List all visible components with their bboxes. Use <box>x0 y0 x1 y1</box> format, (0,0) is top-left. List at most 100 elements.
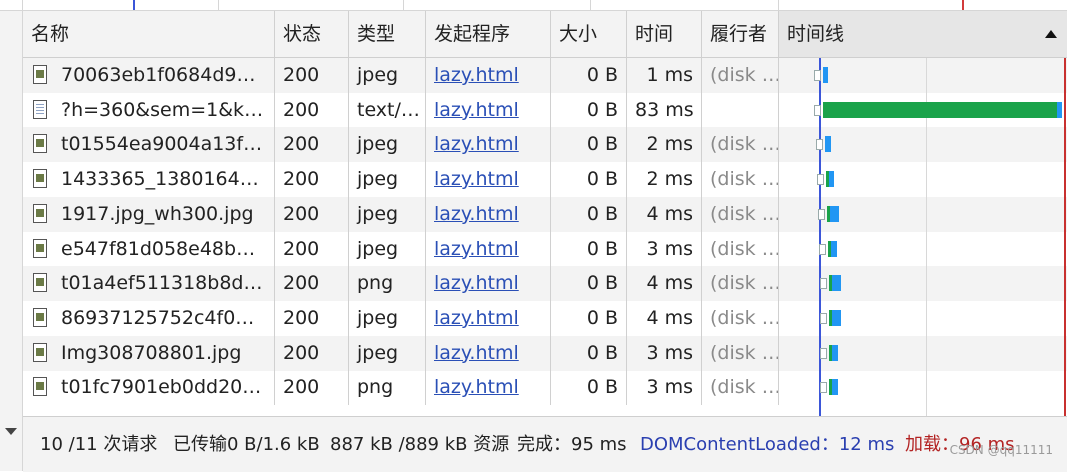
cell-initiator-link[interactable]: lazy.html <box>426 127 551 163</box>
timeline-receiving-bar[interactable] <box>832 275 841 292</box>
cell-name: t01554ea9004a13fad… <box>23 127 275 163</box>
load-event-line <box>1064 58 1066 416</box>
watermark: CSDN @qq11111 <box>949 443 1053 457</box>
column-header-timeline[interactable]: 时间线 <box>779 11 1067 57</box>
cell-status: 200 <box>275 92 349 128</box>
cell-fulfilled-by: (disk … <box>702 335 779 371</box>
overview-tick <box>590 0 591 10</box>
column-header-type[interactable]: 类型 <box>349 11 426 57</box>
column-header-time[interactable]: 时间 <box>627 11 702 57</box>
collapse-arrow-icon[interactable] <box>5 428 17 435</box>
cell-status: 200 <box>275 58 349 93</box>
network-request-table: 名称 状态 类型 发起程序 大小 时间 履行者 时间线 70063eb1f068… <box>23 11 1067 416</box>
cell-time: 83 ms <box>627 92 702 128</box>
cell-time: 2 ms <box>627 162 702 198</box>
cell-status: 200 <box>275 335 349 371</box>
cell-type: jpeg <box>349 231 426 267</box>
timeline-receiving-bar[interactable] <box>830 205 839 222</box>
cell-initiator-link[interactable]: lazy.html <box>426 335 551 371</box>
column-header-initiator[interactable]: 发起程序 <box>426 11 551 57</box>
cell-initiator-link[interactable]: lazy.html <box>426 92 551 128</box>
cell-size: 0 B <box>551 231 627 267</box>
cell-initiator-link[interactable]: lazy.html <box>426 370 551 406</box>
image-file-icon <box>33 307 47 327</box>
overview-load-marker <box>962 0 964 10</box>
cell-fulfilled-by: (disk … <box>702 196 779 232</box>
cell-type: jpeg <box>349 335 426 371</box>
timeline-receiving-bar[interactable] <box>829 171 834 188</box>
cell-fulfilled-by: (disk … <box>702 127 779 163</box>
timeline-start-marker <box>820 312 827 324</box>
timeline-start-marker <box>818 208 825 220</box>
cell-fulfilled-by: (disk … <box>702 266 779 302</box>
left-gutter <box>0 11 23 471</box>
column-header-size[interactable]: 大小 <box>551 11 627 57</box>
timeline-receiving-bar[interactable] <box>832 309 841 326</box>
cell-size: 0 B <box>551 266 627 302</box>
overview-tick <box>22 0 23 10</box>
cell-type: png <box>349 370 426 406</box>
timeline-start-marker <box>816 139 823 151</box>
timeline-receiving-bar[interactable] <box>825 136 831 153</box>
cell-size: 0 B <box>551 196 627 232</box>
cell-size: 0 B <box>551 370 627 406</box>
cell-type: text/… <box>349 92 426 128</box>
cell-time: 3 ms <box>627 335 702 371</box>
image-file-icon <box>33 273 47 293</box>
cell-initiator-link[interactable]: lazy.html <box>426 300 551 336</box>
cell-initiator-link[interactable]: lazy.html <box>426 196 551 232</box>
cell-type: jpeg <box>349 58 426 93</box>
cell-size: 0 B <box>551 58 627 93</box>
cell-initiator-link[interactable]: lazy.html <box>426 162 551 198</box>
cell-name: 86937125752c4f0b83… <box>23 300 275 336</box>
cell-initiator-link[interactable]: lazy.html <box>426 58 551 93</box>
timeline-start-marker <box>820 382 827 394</box>
cell-fulfilled-by: (disk … <box>702 300 779 336</box>
cell-fulfilled-by: (disk … <box>702 370 779 406</box>
timeline-receiving-bar[interactable] <box>832 344 838 361</box>
cell-time: 1 ms <box>627 58 702 93</box>
timeline-receiving-bar[interactable] <box>832 379 838 396</box>
cell-initiator-link[interactable]: lazy.html <box>426 266 551 302</box>
cell-time: 4 ms <box>627 300 702 336</box>
column-header-name[interactable]: 名称 <box>23 11 275 57</box>
column-header-status[interactable]: 状态 <box>275 11 349 57</box>
timeline-start-marker <box>814 104 821 116</box>
cell-size: 0 B <box>551 162 627 198</box>
timeline-overview[interactable] <box>0 0 1067 11</box>
image-file-icon <box>33 65 47 84</box>
timeline-start-marker <box>819 243 826 255</box>
cell-status: 200 <box>275 266 349 302</box>
timeline-receiving-bar[interactable] <box>823 67 828 83</box>
cell-name: t01a4ef511318b8d0e… <box>23 266 275 302</box>
cell-status: 200 <box>275 196 349 232</box>
cell-time: 3 ms <box>627 370 702 406</box>
cell-type: jpeg <box>349 127 426 163</box>
timeline-receiving-bar[interactable] <box>1056 101 1062 118</box>
cell-time: 3 ms <box>627 231 702 267</box>
cell-time: 4 ms <box>627 196 702 232</box>
cell-fulfilled-by: (disk … <box>702 58 779 93</box>
sort-ascending-icon[interactable] <box>1045 30 1057 38</box>
cell-fulfilled-by <box>702 92 779 128</box>
cell-name: 1433365_1380164541… <box>23 162 275 198</box>
overview-tick <box>218 0 219 10</box>
timeline-header-label: 时间线 <box>787 23 845 45</box>
network-summary-bar: 10 /11 次请求 已传输0 B/1.6 kB 887 kB /889 kB … <box>23 416 1067 472</box>
document-file-icon <box>33 99 47 119</box>
overview-dom-content-loaded-marker <box>133 0 135 10</box>
image-file-icon <box>33 342 47 362</box>
image-file-icon <box>33 134 47 154</box>
cell-status: 200 <box>275 127 349 163</box>
timeline-start-marker <box>817 174 824 186</box>
dom-content-loaded-time: DOMContentLoaded：12 ms <box>640 434 895 455</box>
cell-size: 0 B <box>551 127 627 163</box>
timeline-waiting-bar[interactable] <box>823 101 1057 118</box>
table-header: 名称 状态 类型 发起程序 大小 时间 履行者 时间线 <box>23 11 1067 58</box>
timeline-start-marker <box>820 278 827 290</box>
column-header-fulfilled-by[interactable]: 履行者 <box>702 11 779 57</box>
timeline-receiving-bar[interactable] <box>831 240 837 257</box>
cell-size: 0 B <box>551 300 627 336</box>
cell-initiator-link[interactable]: lazy.html <box>426 231 551 267</box>
cell-name: 70063eb1f0684d9387… <box>23 58 275 93</box>
